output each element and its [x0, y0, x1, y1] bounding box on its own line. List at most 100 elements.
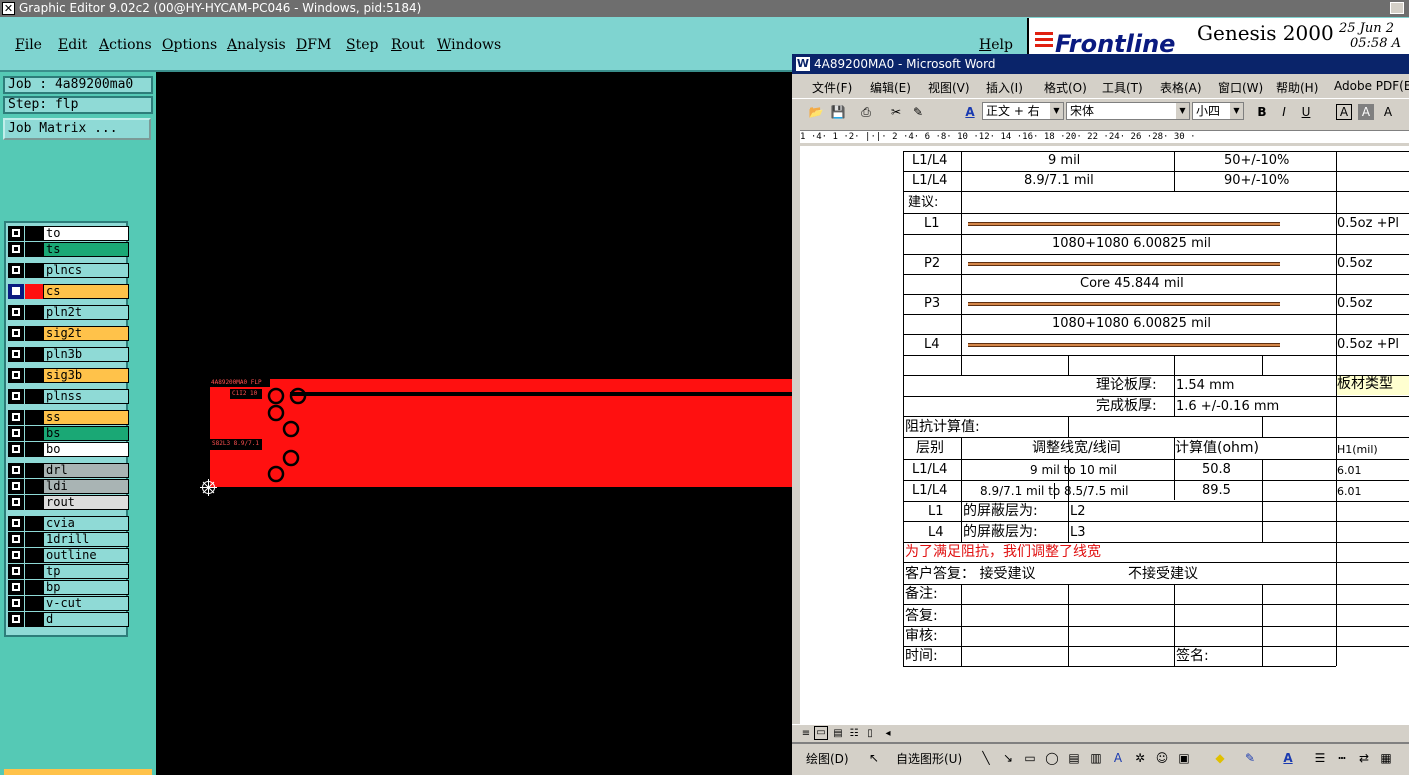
layer-checkbox[interactable]	[8, 389, 24, 404]
save-icon[interactable]: 💾	[830, 104, 846, 120]
menu-file[interactable]: File	[15, 37, 42, 53]
rectangle-icon[interactable]: ▭	[1022, 750, 1038, 766]
layer-name[interactable]: ldi	[43, 479, 129, 494]
layer-color-swatch[interactable]	[25, 410, 43, 425]
horizontal-scrollbar[interactable]: ≡ ▭ ▤ ☷ ▯ ◂	[792, 724, 1409, 743]
word-menu-window[interactable]: 窗口(W)	[1218, 79, 1263, 96]
cut-icon[interactable]: ✂	[888, 104, 904, 120]
layer-row-tp[interactable]: tp	[8, 564, 129, 579]
layer-name[interactable]: d	[43, 612, 129, 627]
arrow-style-icon[interactable]: ⇄	[1356, 750, 1372, 766]
word-menu-format[interactable]: 格式(O)	[1044, 79, 1087, 96]
layer-color-swatch[interactable]	[25, 442, 43, 457]
layer-row-outline[interactable]: outline	[8, 548, 129, 563]
layer-row-ts[interactable]: ts	[8, 242, 129, 257]
autoshape-menu[interactable]: 自选图形(U)	[896, 750, 962, 767]
layer-row-rout[interactable]: rout	[8, 495, 129, 510]
layer-name[interactable]: bo	[43, 442, 129, 457]
font-select[interactable]: 宋体 ▼	[1066, 102, 1190, 120]
draw-menu[interactable]: 绘图(D)	[806, 750, 849, 767]
styles-icon[interactable]: A	[962, 104, 978, 120]
char-border-icon[interactable]: A	[1336, 104, 1352, 120]
diagram-icon[interactable]: ✲	[1132, 750, 1148, 766]
layer-row-drl[interactable]: drl	[8, 463, 129, 478]
layer-row-ss[interactable]: ss	[8, 410, 129, 425]
layer-row-ldi[interactable]: ldi	[8, 479, 129, 494]
picture-icon[interactable]: ▣	[1176, 750, 1192, 766]
layer-color-swatch[interactable]	[25, 326, 43, 341]
layer-name[interactable]: plnss	[43, 389, 129, 404]
layer-checkbox[interactable]	[8, 612, 24, 627]
format-painter-icon[interactable]: ✎	[910, 104, 926, 120]
layer-checkbox[interactable]	[8, 305, 24, 320]
select-pointer-icon[interactable]: ↖	[866, 750, 882, 766]
web-view-icon[interactable]: ▭	[814, 726, 828, 740]
layer-checkbox[interactable]	[8, 284, 24, 299]
layer-checkbox[interactable]	[8, 410, 24, 425]
layer-row-pln3b[interactable]: pln3b	[8, 347, 129, 362]
char-scale-icon[interactable]: A	[1380, 104, 1396, 120]
layer-color-swatch[interactable]	[25, 426, 43, 441]
layer-color-swatch[interactable]	[25, 389, 43, 404]
shadow-icon[interactable]: ▦	[1378, 750, 1394, 766]
word-menu-view[interactable]: 视图(V)	[928, 79, 970, 96]
layer-checkbox[interactable]	[8, 532, 24, 547]
word-menu-edit[interactable]: 编辑(E)	[870, 79, 911, 96]
textbox-icon[interactable]: ▤	[1066, 750, 1082, 766]
layer-checkbox[interactable]	[8, 564, 24, 579]
layer-row-plnss[interactable]: plnss	[8, 389, 129, 404]
layer-name[interactable]: tp	[43, 564, 129, 579]
layer-checkbox[interactable]	[8, 495, 24, 510]
menu-edit[interactable]: Edit	[58, 37, 87, 53]
layer-row-cvia[interactable]: cvia	[8, 516, 129, 531]
layer-color-swatch[interactable]	[25, 596, 43, 611]
document-area[interactable]	[792, 146, 1409, 724]
layer-checkbox[interactable]	[8, 426, 24, 441]
layer-row-1drill[interactable]: 1drill	[8, 532, 129, 547]
layer-checkbox[interactable]	[8, 263, 24, 278]
layer-checkbox[interactable]	[8, 368, 24, 383]
layer-name[interactable]: outline	[43, 548, 129, 563]
scroll-left-icon[interactable]: ◂	[880, 726, 896, 742]
word-menu-file[interactable]: 文件(F)	[812, 79, 852, 96]
layer-color-swatch[interactable]	[25, 368, 43, 383]
menu-rout[interactable]: Rout	[391, 37, 425, 53]
layer-name[interactable]: drl	[43, 463, 129, 478]
outline-view-icon[interactable]: ☷	[846, 726, 862, 742]
line-color-icon[interactable]: ✎	[1242, 750, 1258, 766]
layer-color-swatch[interactable]	[25, 580, 43, 595]
menu-options[interactable]: Options	[162, 37, 217, 53]
layer-checkbox[interactable]	[8, 463, 24, 478]
layer-row-bp[interactable]: bp	[8, 580, 129, 595]
layer-name[interactable]: bs	[43, 426, 129, 441]
layer-name[interactable]: ss	[43, 410, 129, 425]
layer-color-swatch[interactable]	[25, 612, 43, 627]
layer-name[interactable]: sig2t	[43, 326, 129, 341]
layer-row-bo[interactable]: bo	[8, 442, 129, 457]
menu-analysis[interactable]: Analysis	[227, 37, 286, 53]
layer-name[interactable]: v-cut	[43, 596, 129, 611]
job-matrix-button[interactable]: Job Matrix ...	[3, 118, 151, 140]
layer-color-swatch[interactable]	[25, 495, 43, 510]
layer-color-swatch[interactable]	[25, 226, 43, 241]
layer-row-d[interactable]: d	[8, 612, 129, 627]
layer-name[interactable]: pln2t	[43, 305, 129, 320]
print-icon[interactable]: ⎙	[858, 104, 874, 120]
layer-row-to[interactable]: to	[8, 226, 129, 241]
dash-style-icon[interactable]: ┅	[1334, 750, 1350, 766]
oval-icon[interactable]: ◯	[1044, 750, 1060, 766]
layer-name[interactable]: ts	[43, 242, 129, 257]
layer-name[interactable]: cs	[43, 284, 129, 299]
layer-row-cs[interactable]: cs	[8, 284, 129, 299]
layer-row-pln2t[interactable]: pln2t	[8, 305, 129, 320]
layer-name[interactable]: bp	[43, 580, 129, 595]
layer-checkbox[interactable]	[8, 226, 24, 241]
print-view-icon[interactable]: ▤	[830, 726, 846, 742]
menu-windows[interactable]: Windows	[437, 37, 501, 53]
layer-name[interactable]: sig3b	[43, 368, 129, 383]
normal-view-icon[interactable]: ≡	[798, 726, 814, 742]
layer-color-swatch[interactable]	[25, 516, 43, 531]
layer-color-swatch[interactable]	[25, 347, 43, 362]
size-select[interactable]: 小四 ▼	[1192, 102, 1244, 120]
layer-name[interactable]: cvia	[43, 516, 129, 531]
